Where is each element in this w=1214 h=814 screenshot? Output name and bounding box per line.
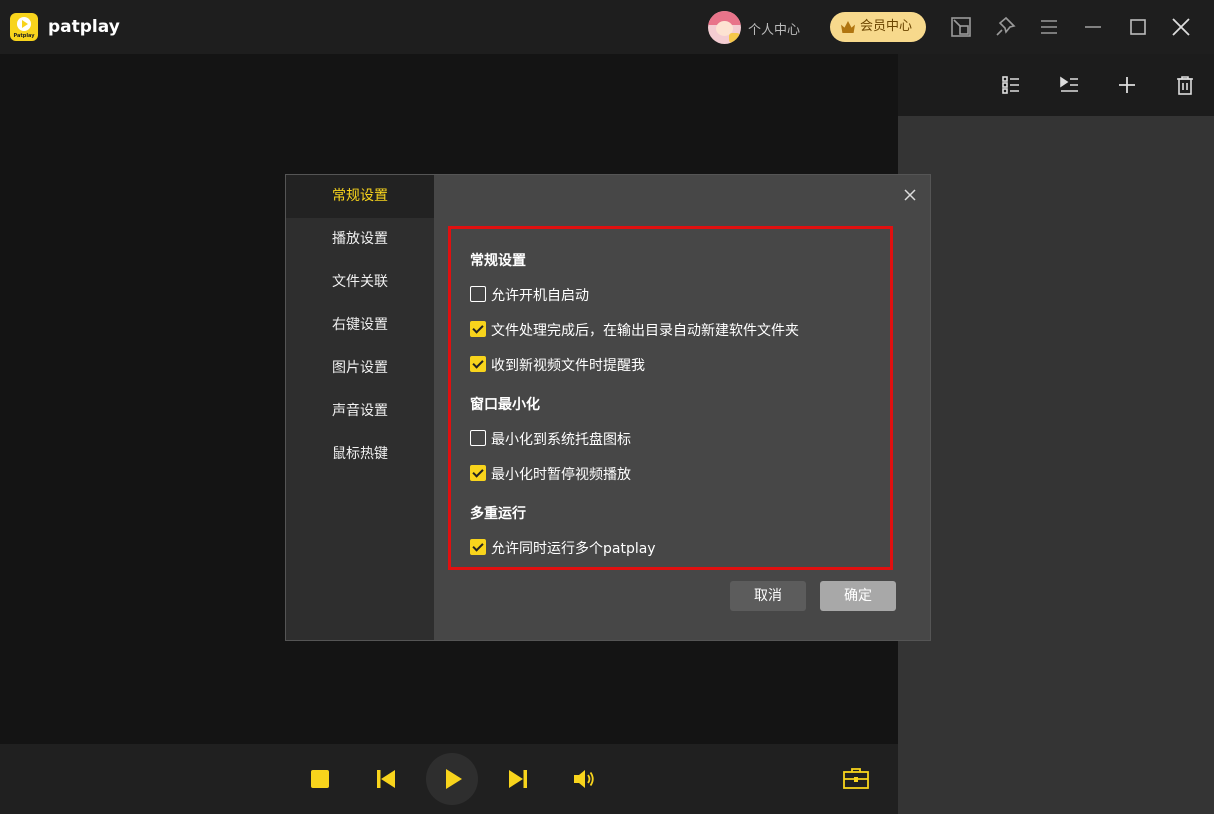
checkbox[interactable] <box>470 321 486 337</box>
minimize-icon[interactable] <box>1082 16 1104 38</box>
section-title-minimize: 窗口最小化 <box>470 397 540 413</box>
pin-icon[interactable] <box>994 16 1016 38</box>
checkbox[interactable] <box>470 539 486 555</box>
close-icon[interactable] <box>1170 16 1192 38</box>
app-logo-icon: Patplay <box>10 13 38 41</box>
option-label: 文件处理完成后，在输出目录自动新建软件文件夹 <box>491 323 799 339</box>
vip-center-button[interactable]: 会员中心 <box>830 12 926 42</box>
sidebar-item-file-association[interactable]: 文件关联 <box>286 261 434 304</box>
play-button[interactable] <box>426 753 478 805</box>
checkbox[interactable] <box>470 286 486 302</box>
play-icon <box>446 769 462 789</box>
menu-icon[interactable] <box>1038 16 1060 38</box>
control-bar <box>0 744 898 814</box>
sidebar-item-image[interactable]: 图片设置 <box>286 347 434 390</box>
toolbox-icon[interactable] <box>842 766 870 790</box>
sidebar-item-right-click[interactable]: 右键设置 <box>286 304 434 347</box>
section-title-multi: 多重运行 <box>470 506 526 522</box>
delete-icon[interactable] <box>1174 74 1196 96</box>
settings-sidebar: 常规设置 播放设置 文件关联 右键设置 图片设置 声音设置 鼠标热键 <box>286 175 434 640</box>
option-label: 允许同时运行多个patplay <box>491 541 656 557</box>
add-icon[interactable] <box>1116 74 1138 96</box>
title-bar: Patplay patplay 个人中心 会员中心 <box>0 0 1214 54</box>
checkbox[interactable] <box>470 465 486 481</box>
sidebar-item-general[interactable]: 常规设置 <box>286 175 434 218</box>
user-avatar[interactable] <box>708 11 741 44</box>
dialog-close-icon[interactable] <box>902 187 918 203</box>
play-list-icon[interactable] <box>1058 74 1080 96</box>
app-title: patplay <box>48 17 120 37</box>
user-center-link[interactable]: 个人中心 <box>748 19 800 38</box>
screen-capture-icon[interactable] <box>950 16 972 38</box>
crown-icon <box>841 21 855 33</box>
vip-center-label: 会员中心 <box>860 19 913 34</box>
section-title-general: 常规设置 <box>470 253 526 269</box>
option-label: 收到新视频文件时提醒我 <box>491 358 645 374</box>
option-label: 允许开机自启动 <box>491 288 589 304</box>
list-view-icon[interactable] <box>1000 74 1022 96</box>
playlist-area[interactable] <box>898 116 1214 814</box>
stop-icon[interactable] <box>311 770 329 788</box>
ok-button[interactable]: 确定 <box>820 581 896 611</box>
cancel-button[interactable]: 取消 <box>730 581 806 611</box>
checkbox[interactable] <box>470 356 486 372</box>
volume-icon[interactable] <box>572 768 596 790</box>
settings-dialog: 常规设置 播放设置 文件关联 右键设置 图片设置 声音设置 鼠标热键 常规设置 … <box>285 174 931 641</box>
previous-icon[interactable] <box>375 768 397 790</box>
playlist-toolbar <box>898 54 1214 116</box>
sidebar-item-sound[interactable]: 声音设置 <box>286 390 434 433</box>
maximize-icon[interactable] <box>1127 16 1149 38</box>
option-label: 最小化时暂停视频播放 <box>491 467 631 483</box>
option-label: 最小化到系统托盘图标 <box>491 432 631 448</box>
checkbox[interactable] <box>470 430 486 446</box>
next-icon[interactable] <box>507 768 529 790</box>
sidebar-item-playback[interactable]: 播放设置 <box>286 218 434 261</box>
sidebar-item-mouse-hotkey[interactable]: 鼠标热键 <box>286 433 434 476</box>
